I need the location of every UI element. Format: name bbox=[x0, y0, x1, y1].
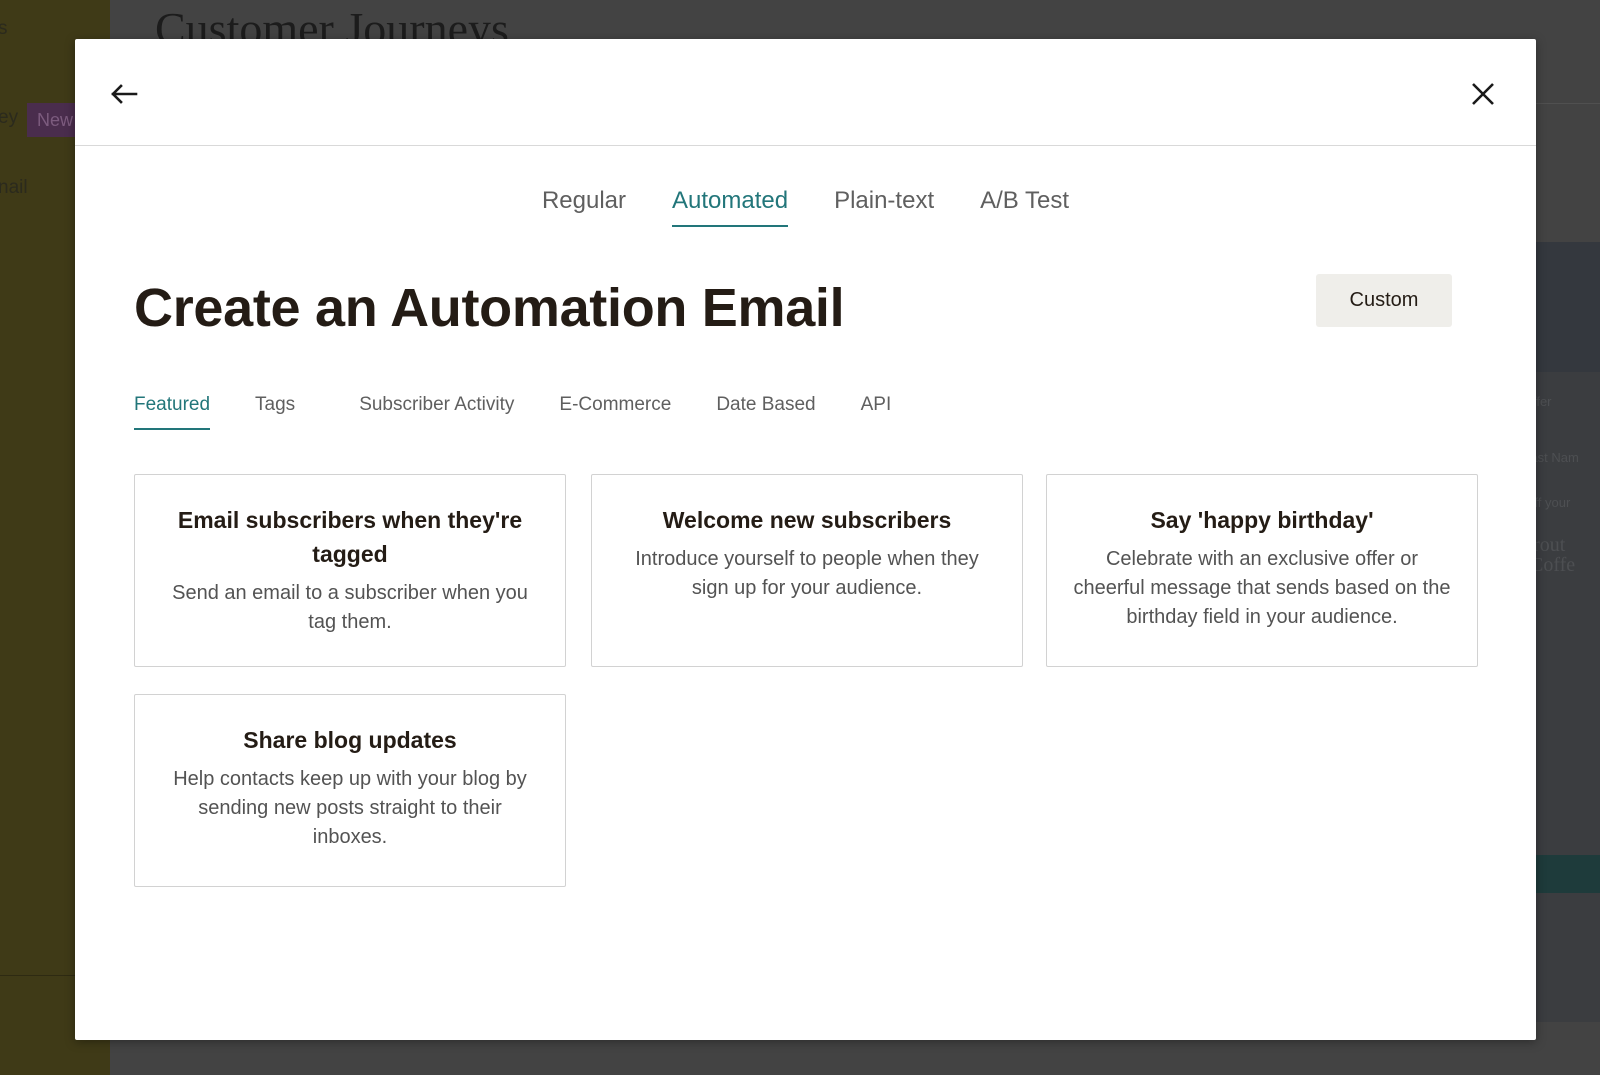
category-tabs: Featured Tags Subscriber Activity E-Comm… bbox=[134, 394, 936, 430]
close-icon bbox=[1472, 83, 1494, 105]
card-title: Share blog updates bbox=[243, 727, 457, 753]
card-description: Send an email to a subscriber when you t… bbox=[172, 582, 528, 633]
tab-ab-test[interactable]: A/B Test bbox=[980, 187, 1069, 227]
tab-automated[interactable]: Automated bbox=[671, 187, 789, 227]
tab-e-commerce[interactable]: E-Commerce bbox=[559, 394, 671, 430]
card-description: Help contacts keep up with your blog by … bbox=[173, 768, 527, 848]
tab-date-based[interactable]: Date Based bbox=[716, 394, 815, 430]
create-automation-modal: Regular Automated Plain-text A/B Test Cr… bbox=[75, 39, 1536, 1040]
page-title: Create an Automation Email bbox=[134, 278, 845, 338]
card-description: Introduce yourself to people when they s… bbox=[635, 548, 979, 599]
card-title: Welcome new subscribers bbox=[662, 507, 952, 533]
card-welcome-subscribers[interactable]: Welcome new subscribers Introduce yourse… bbox=[591, 474, 1023, 667]
tab-plain-text[interactable]: Plain-text bbox=[834, 187, 934, 227]
tab-regular[interactable]: Regular bbox=[542, 187, 626, 227]
card-description: Celebrate with an exclusive offer or che… bbox=[1073, 548, 1451, 628]
background-ghost-text: Coffe bbox=[1530, 554, 1576, 576]
modal-header bbox=[75, 39, 1536, 146]
card-happy-birthday[interactable]: Say 'happy birthday' Celebrate with an e… bbox=[1046, 474, 1478, 667]
close-button[interactable] bbox=[1461, 72, 1505, 116]
custom-button[interactable]: Custom bbox=[1316, 274, 1452, 327]
background-sidebar-text: nail bbox=[0, 177, 28, 198]
tab-api[interactable]: API bbox=[861, 394, 892, 430]
campaign-type-tabs: Regular Automated Plain-text A/B Test bbox=[75, 187, 1536, 227]
background-sidebar-text: s bbox=[0, 18, 8, 39]
card-blog-updates[interactable]: Share blog updates Help contacts keep up… bbox=[134, 694, 566, 887]
tab-subscriber-activity[interactable]: Subscriber Activity bbox=[359, 394, 514, 430]
arrow-left-icon bbox=[111, 84, 138, 104]
background-sidebar-text: ey bbox=[0, 107, 19, 128]
card-title: Email subscribers when they're tagged bbox=[177, 507, 523, 567]
back-button[interactable] bbox=[102, 72, 146, 116]
tab-featured[interactable]: Featured bbox=[134, 394, 211, 430]
tab-tags[interactable]: Tags bbox=[255, 394, 295, 430]
card-title: Say 'happy birthday' bbox=[1150, 507, 1374, 533]
card-tagged-subscribers[interactable]: Email subscribers when they're tagged Se… bbox=[134, 474, 566, 667]
